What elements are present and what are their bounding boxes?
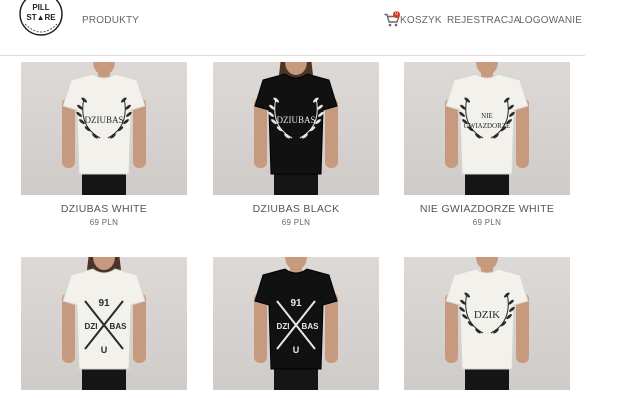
product-name[interactable]: DZIUBAS BLACK <box>213 203 379 215</box>
product-photo[interactable]: DZIK <box>404 257 570 390</box>
svg-text:DZIUBAS: DZIUBAS <box>276 115 315 125</box>
product-name[interactable]: DZIUBAS WHITE <box>21 203 187 215</box>
nav-link-rejestracja[interactable]: REJESTRACJA <box>447 15 520 26</box>
product-card[interactable]: DZIUBAS DZIUBAS WHITE 69 PLN <box>21 62 187 227</box>
product-card[interactable]: 91 DZI BAS U <box>213 257 379 390</box>
logo-text-line1: PILL <box>32 3 49 12</box>
product-photo[interactable]: NIE GWIAZDORZE <box>404 62 570 195</box>
product-price: 69 PLN <box>89 218 119 227</box>
product-photo[interactable]: DZIUBAS <box>213 62 379 195</box>
svg-text:91: 91 <box>98 298 110 309</box>
header-divider <box>0 55 585 56</box>
nav-link-logowanie[interactable]: LOGOWANIE <box>519 15 582 26</box>
product-card[interactable]: 91 DZI BAS U <box>21 257 187 390</box>
svg-text:DZIK: DZIK <box>474 309 500 321</box>
model-illustration: DZIUBAS <box>62 62 146 195</box>
model-illustration: 91 DZI BAS U <box>62 257 146 390</box>
model-illustration: DZIUBAS <box>254 62 338 195</box>
product-price: 69 PLN <box>281 218 311 227</box>
product-name[interactable]: NIE GWIAZDORZE WHITE <box>404 203 570 215</box>
site-header: PILL ST▲RE PRODUKTY 0 KOSZYK REJESTRACJA… <box>0 0 620 56</box>
nav-link-produkty[interactable]: PRODUKTY <box>82 15 139 26</box>
svg-text:GWIAZDORZE: GWIAZDORZE <box>464 122 511 130</box>
svg-text:BAS: BAS <box>110 322 128 331</box>
product-card[interactable]: NIE GWIAZDORZE NIE GWIAZDORZE WHITE 69 PL… <box>404 62 570 227</box>
svg-text:U: U <box>293 345 300 355</box>
cart-count-badge: 0 <box>393 11 400 18</box>
product-card[interactable]: DZIUBAS DZIUBAS BLACK 69 PLN <box>213 62 379 227</box>
model-illustration: 91 DZI BAS U <box>254 257 338 390</box>
nav-link-koszyk[interactable]: KOSZYK <box>400 15 442 26</box>
product-card[interactable]: DZIK <box>404 257 570 390</box>
svg-text:DZI: DZI <box>85 322 98 331</box>
logo-text-line2: ST▲RE <box>26 13 56 22</box>
product-photo[interactable]: DZIUBAS <box>21 62 187 195</box>
svg-text:NIE: NIE <box>481 112 493 120</box>
svg-text:U: U <box>101 345 108 355</box>
model-illustration: DZIK <box>445 257 529 390</box>
svg-text:DZI: DZI <box>277 322 290 331</box>
svg-text:DZIUBAS: DZIUBAS <box>84 115 123 125</box>
product-photo[interactable]: 91 DZI BAS U <box>21 257 187 390</box>
svg-text:BAS: BAS <box>302 322 320 331</box>
pill-store-logo[interactable]: PILL ST▲RE <box>16 0 66 42</box>
product-photo[interactable]: 91 DZI BAS U <box>213 257 379 390</box>
product-price: 69 PLN <box>472 218 502 227</box>
model-illustration: NIE GWIAZDORZE <box>445 62 529 195</box>
svg-text:91: 91 <box>290 298 302 309</box>
